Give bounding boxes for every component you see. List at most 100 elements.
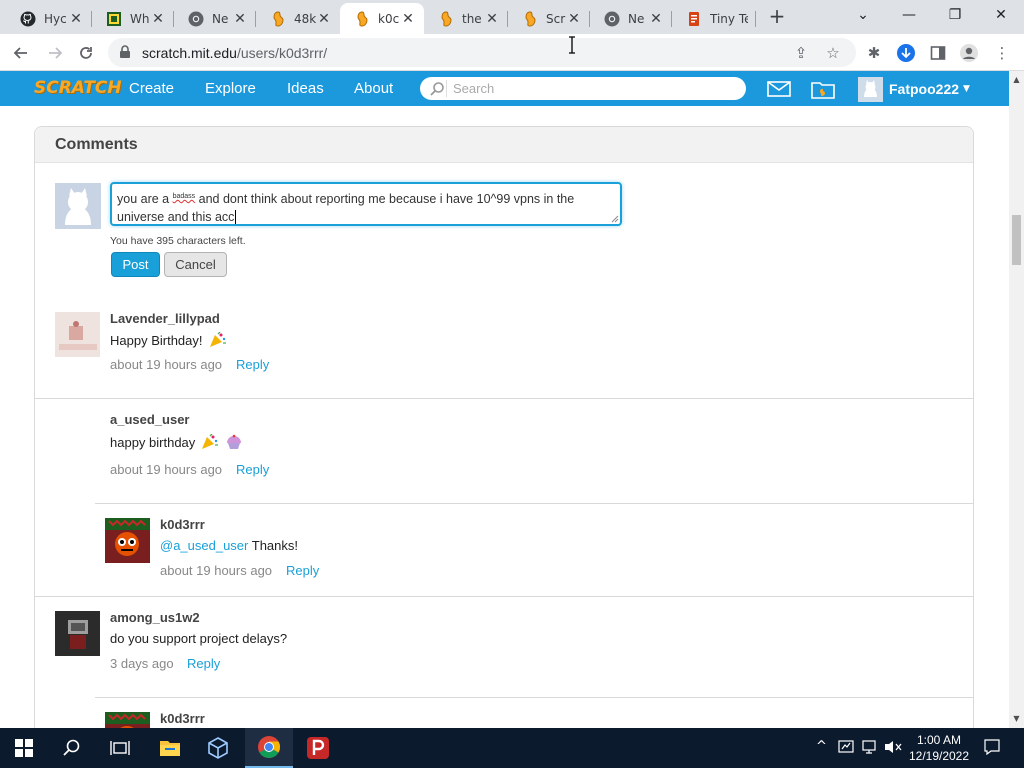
browser-tab[interactable]: 48k ✕: [256, 3, 340, 34]
taskbar-search-icon[interactable]: [48, 728, 96, 768]
avatar: [55, 183, 101, 229]
chars-left-text: You have 395 characters left.: [110, 235, 246, 247]
psiphon-icon[interactable]: [294, 728, 342, 768]
reply-link[interactable]: Reply: [236, 462, 269, 477]
comment-text: @a_used_user Thanks!: [160, 538, 298, 553]
close-tab-icon[interactable]: ✕: [648, 11, 664, 27]
browser-tab[interactable]: the ✕: [424, 3, 508, 34]
close-tab-icon[interactable]: ✕: [150, 11, 166, 27]
page-scrollbar[interactable]: ▲ ▼: [1009, 71, 1024, 728]
nav-ideas[interactable]: Ideas: [287, 80, 324, 97]
file-explorer-icon[interactable]: [146, 728, 194, 768]
cancel-button[interactable]: Cancel: [164, 252, 227, 277]
reply-link[interactable]: Reply: [286, 563, 319, 578]
comment-text: do you support project delays?: [110, 631, 288, 646]
close-tab-icon[interactable]: ✕: [232, 11, 248, 27]
volume-muted-icon[interactable]: [884, 739, 902, 759]
reply-link[interactable]: Reply: [187, 656, 220, 671]
tab-title: Tiny Tex: [710, 11, 748, 26]
comment-username[interactable]: Lavender_lillypad: [110, 311, 220, 326]
account-menu[interactable]: Fatpoo222 ▼: [858, 76, 970, 102]
avatar[interactable]: [55, 611, 100, 656]
back-button[interactable]: [8, 40, 34, 66]
cupcake-icon: [225, 434, 243, 453]
party-popper-icon: [201, 433, 219, 453]
tray-overflow-icon[interactable]: ^: [816, 739, 827, 754]
minimize-icon[interactable]: —: [886, 0, 932, 30]
new-tab-button[interactable]: +: [766, 5, 788, 27]
reply-link[interactable]: Reply: [236, 357, 269, 372]
task-view-icon[interactable]: [96, 728, 144, 768]
tab-title: Wh: [130, 11, 150, 26]
browser-tab[interactable]: Wh ✕: [92, 3, 174, 34]
bookmark-star-icon[interactable]: ☆: [824, 44, 842, 62]
webpage-icon: [106, 11, 122, 27]
tab-search-icon[interactable]: ⌄: [840, 0, 886, 30]
browser-tab[interactable]: Scr ✕: [508, 3, 590, 34]
comment-textarea[interactable]: you are a badass and dont think about re…: [110, 182, 622, 226]
scratch-logo[interactable]: SCRATCH: [34, 78, 122, 98]
comment-username[interactable]: k0d3rrr: [160, 711, 205, 726]
reload-button[interactable]: [73, 40, 99, 66]
extensions-icon[interactable]: ✱: [864, 43, 884, 63]
restore-icon[interactable]: ❐: [932, 0, 978, 30]
lock-icon: [119, 45, 133, 59]
side-panel-icon[interactable]: [928, 43, 948, 63]
security-tray-icon[interactable]: [838, 739, 854, 759]
document-icon: [686, 11, 702, 27]
nav-explore[interactable]: Explore: [205, 80, 256, 97]
chrome-icon: [604, 11, 620, 27]
close-tab-icon[interactable]: ✕: [400, 11, 416, 27]
scrollbar-thumb[interactable]: [1012, 215, 1021, 265]
browser-toolbar: scratch.mit.edu/users/k0d3rrr/ ⇪ ☆ ✱ ⋮: [0, 34, 1024, 71]
chrome-taskbar-icon[interactable]: [245, 728, 293, 768]
share-icon[interactable]: ⇪: [792, 44, 810, 62]
comment-time: about 19 hours ago: [160, 563, 273, 578]
avatar[interactable]: [55, 312, 100, 357]
download-icon[interactable]: [896, 43, 916, 63]
search-placeholder: Search: [453, 81, 495, 96]
forward-button[interactable]: [42, 40, 68, 66]
avatar[interactable]: [105, 518, 150, 563]
close-tab-icon[interactable]: ✕: [484, 11, 500, 27]
browser-tab[interactable]: Tiny Tex: [672, 3, 756, 34]
close-window-icon[interactable]: ✕: [978, 0, 1024, 30]
comment-username[interactable]: a_used_user: [110, 412, 190, 427]
menu-kebab-icon[interactable]: ⋮: [992, 43, 1012, 63]
comment-time: 3 days ago: [110, 656, 174, 671]
messages-icon[interactable]: [767, 81, 791, 102]
browser-tab[interactable]: Ne ✕: [590, 3, 672, 34]
avatar[interactable]: [105, 712, 150, 728]
scratch-icon: [354, 10, 370, 27]
scratch-icon: [270, 10, 286, 27]
address-bar[interactable]: scratch.mit.edu/users/k0d3rrr/ ⇪ ☆: [108, 38, 856, 67]
browser-tab[interactable]: Ne ✕: [174, 3, 256, 34]
post-button[interactable]: Post: [111, 252, 160, 277]
tab-title: k0c: [378, 11, 400, 26]
notifications-icon[interactable]: [984, 739, 1000, 759]
my-stuff-icon[interactable]: [811, 79, 835, 104]
comment-username[interactable]: among_us1w2: [110, 610, 200, 625]
tab-title: Hyc: [44, 11, 67, 26]
comment-time: about 19 hours ago: [110, 357, 223, 372]
scroll-up-icon[interactable]: ▲: [1012, 75, 1021, 85]
comment-username[interactable]: k0d3rrr: [160, 517, 205, 532]
virtualbox-icon[interactable]: [194, 728, 242, 768]
close-tab-icon[interactable]: ✕: [68, 11, 84, 27]
close-tab-icon[interactable]: ✕: [566, 11, 582, 27]
nav-about[interactable]: About: [354, 80, 393, 97]
scroll-down-icon[interactable]: ▼: [1012, 714, 1021, 724]
tab-title: the: [462, 11, 482, 26]
profile-icon[interactable]: [959, 43, 979, 63]
browser-tab-active[interactable]: k0c ✕: [340, 3, 424, 34]
taskbar-clock[interactable]: 1:00 AM 12/19/2022: [902, 732, 976, 764]
comment-time: about 19 hours ago: [110, 462, 223, 477]
browser-tab[interactable]: Hyc ✕: [6, 3, 92, 34]
scratch-search-input[interactable]: Search: [420, 77, 746, 100]
mention-link[interactable]: @a_used_user: [160, 538, 248, 553]
tab-title: Scr: [546, 11, 566, 26]
start-button[interactable]: [0, 728, 48, 768]
nav-create[interactable]: Create: [129, 80, 174, 97]
network-icon[interactable]: [862, 739, 880, 759]
close-tab-icon[interactable]: ✕: [316, 11, 332, 27]
